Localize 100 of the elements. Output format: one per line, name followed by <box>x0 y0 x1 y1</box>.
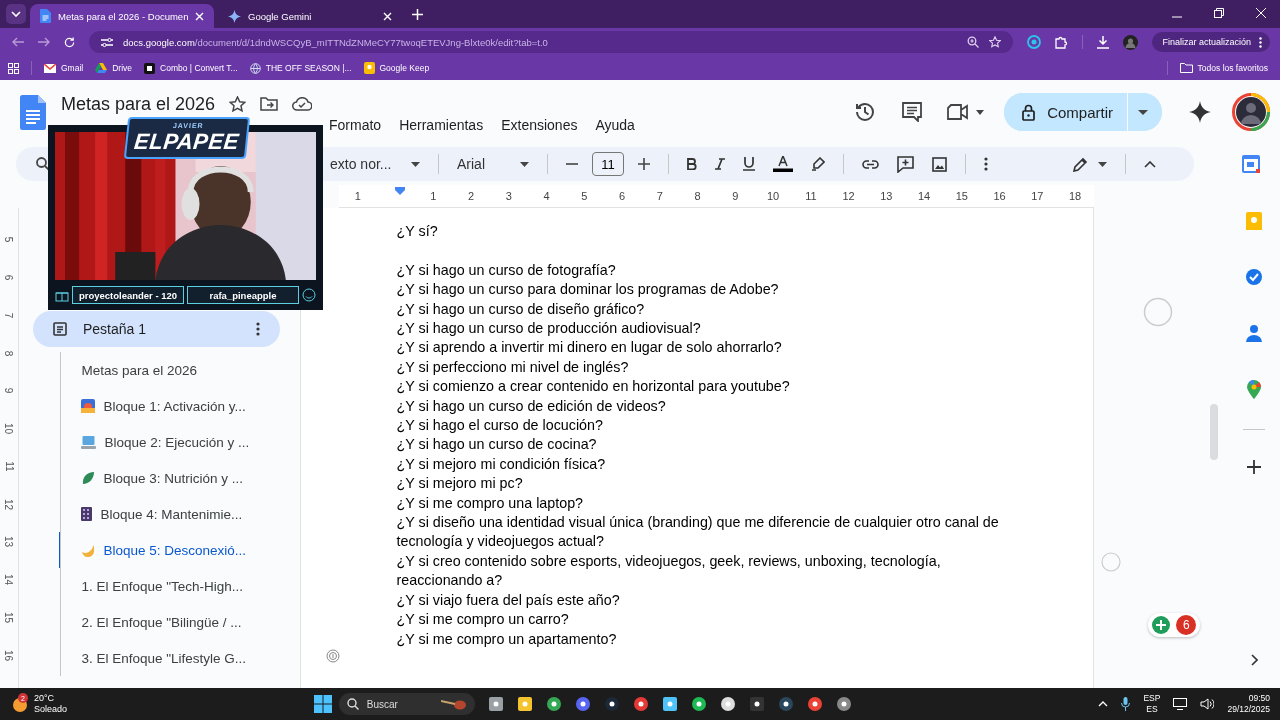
menu-item[interactable]: Extensiones <box>501 116 578 137</box>
chevron-up-icon[interactable] <box>1098 701 1109 707</box>
browser-tab[interactable]: Google Gemini <box>218 4 402 28</box>
ruler-number: 3 <box>505 190 512 202</box>
all-bookmarks-button[interactable]: Todos los favoritos <box>1179 63 1268 73</box>
video-call-button[interactable] <box>947 104 985 120</box>
document-title[interactable]: Metas para el 2026 <box>61 93 216 115</box>
move-folder-icon[interactable] <box>260 97 279 111</box>
site-settings-icon[interactable] <box>101 36 113 48</box>
zoom-icon[interactable] <box>967 36 980 48</box>
close-icon[interactable] <box>1256 8 1266 18</box>
history-icon[interactable] <box>854 101 877 123</box>
add-comment-icon[interactable] <box>897 155 914 173</box>
tasks-icon[interactable] <box>1245 268 1264 286</box>
close-icon[interactable] <box>195 11 204 21</box>
outline-item[interactable]: 2. El Enfoque "Bilingüe / ... <box>59 604 300 640</box>
restore-icon[interactable] <box>1214 8 1224 18</box>
paragraph: ¿Y sí? <box>396 222 439 241</box>
outline-item[interactable]: Bloque 4: Mantenimie... <box>59 496 300 532</box>
style-dropdown[interactable]: exto nor... <box>330 156 420 172</box>
extension-icon[interactable] <box>1027 35 1042 49</box>
image-icon[interactable] <box>932 156 947 172</box>
back-icon[interactable] <box>12 37 24 47</box>
reload-icon[interactable] <box>64 36 75 48</box>
add-icon[interactable] <box>1152 616 1171 634</box>
docs-logo-icon[interactable] <box>20 94 46 130</box>
menu-item[interactable]: Formato <box>329 116 382 137</box>
outline-item[interactable]: 1. El Enfoque "Tech-High... <box>59 568 300 604</box>
more-icon[interactable] <box>255 322 260 336</box>
outline-item[interactable]: Bloque 5: Desconexió... <box>59 532 300 568</box>
bookmark[interactable]: Gmail <box>44 63 84 73</box>
text-color-icon[interactable] <box>773 156 793 172</box>
language-indicator[interactable]: ESP ES <box>1143 693 1161 715</box>
font-size-field[interactable]: 11 <box>592 152 624 176</box>
speaker-icon[interactable] <box>1200 698 1215 710</box>
guitar-icon <box>440 698 467 710</box>
scrollbar-thumb[interactable] <box>1210 404 1219 460</box>
fingerprint-icon[interactable] <box>325 649 340 663</box>
app-icon[interactable] <box>835 696 852 712</box>
bookmark[interactable]: Combo | Convert T... <box>144 62 238 74</box>
puzzle-icon[interactable] <box>1055 35 1069 49</box>
outline-item[interactable]: Bloque 1: Activación y... <box>59 388 300 424</box>
network-icon[interactable] <box>1173 698 1188 710</box>
underline-icon[interactable] <box>743 157 755 171</box>
font-dropdown[interactable]: Arial <box>457 156 529 172</box>
close-icon[interactable] <box>383 11 392 21</box>
editing-mode-dropdown[interactable] <box>1073 156 1107 172</box>
address-bar[interactable]: docs.google.com/document/d/1dndWSCQyB_mITTNdZNMeCY77twoqETEVJng-Blxte0k/edit?tab=t.0 <box>89 31 1014 53</box>
outline-item[interactable]: 3. El Enfoque "Lifestyle G... <box>59 640 300 676</box>
more-icon[interactable] <box>1259 36 1262 48</box>
plus-icon[interactable] <box>1247 460 1262 474</box>
bookmark[interactable]: Google Keep <box>363 62 430 74</box>
person-icon[interactable] <box>1246 324 1263 342</box>
clock[interactable]: 09:50 29/12/2025 <box>1227 693 1270 715</box>
tab-search-button[interactable] <box>6 4 26 24</box>
square-icon <box>144 62 156 74</box>
document-tab[interactable]: Pestaña 1 <box>32 311 280 347</box>
bookmark[interactable]: THE OFF SEASON |... <box>249 62 352 74</box>
plus-icon[interactable] <box>638 158 650 170</box>
outline-item[interactable]: Bloque 3: Nutrición y ... <box>59 460 300 496</box>
ruler-number: 2 <box>468 190 475 202</box>
bookmark[interactable]: Drive <box>95 63 133 73</box>
italic-icon[interactable] <box>715 158 725 170</box>
browser-tab[interactable]: Metas para el 2026 - Documen <box>30 4 214 28</box>
outline-item[interactable]: Metas para el 2026 <box>59 352 300 388</box>
microphone-icon[interactable] <box>1121 697 1131 711</box>
caret-icon <box>11 11 21 17</box>
link-icon[interactable] <box>862 159 879 169</box>
apps-icon[interactable] <box>8 62 19 74</box>
ruler-number: 1 <box>354 190 361 202</box>
new-tab-icon[interactable] <box>412 9 423 20</box>
menu-item[interactable]: Ayuda <box>595 116 635 137</box>
margin-marker-icon[interactable] <box>394 187 405 195</box>
share-button[interactable]: Compartir <box>1004 93 1128 131</box>
download-icon[interactable] <box>1097 35 1110 49</box>
bold-icon[interactable] <box>687 158 697 170</box>
calendar-icon[interactable] <box>1242 155 1260 173</box>
profile-avatar[interactable] <box>1123 34 1139 50</box>
ruler-number: 5 <box>581 190 588 202</box>
sparkle-icon[interactable] <box>1189 101 1211 123</box>
forward-icon[interactable] <box>38 37 50 47</box>
update-button[interactable]: Finalizar actualización <box>1152 32 1270 52</box>
search-icon[interactable] <box>36 157 50 171</box>
ruler-number: 14 <box>3 574 15 586</box>
search-field[interactable]: Buscar <box>338 693 475 715</box>
chevron-right-icon[interactable] <box>1250 654 1258 666</box>
account-avatar[interactable] <box>1232 93 1270 131</box>
paragraph: ¿Y si aprendo a invertir mi dinero en lugar de solo ahorrarlo? <box>396 338 783 358</box>
collapse-icon[interactable] <box>1144 160 1156 168</box>
ruler[interactable]: 1 1 2 3 4 5 6 7 8 9 10 11 12 13 14 15 16 17 18 <box>339 185 1094 208</box>
cloud-icon[interactable] <box>292 97 313 111</box>
windows-icon[interactable] <box>313 695 332 713</box>
more-icon[interactable] <box>984 157 988 171</box>
app-icon[interactable] <box>632 696 649 712</box>
outline-item[interactable]: Bloque 2: Ejecución y ... <box>59 424 300 460</box>
menu-item[interactable]: Herramientas <box>399 116 484 137</box>
map-pin-icon[interactable] <box>1247 380 1262 399</box>
highlighter-icon[interactable] <box>811 157 825 171</box>
star-icon[interactable] <box>229 95 247 113</box>
comment-icon[interactable] <box>902 102 923 122</box>
